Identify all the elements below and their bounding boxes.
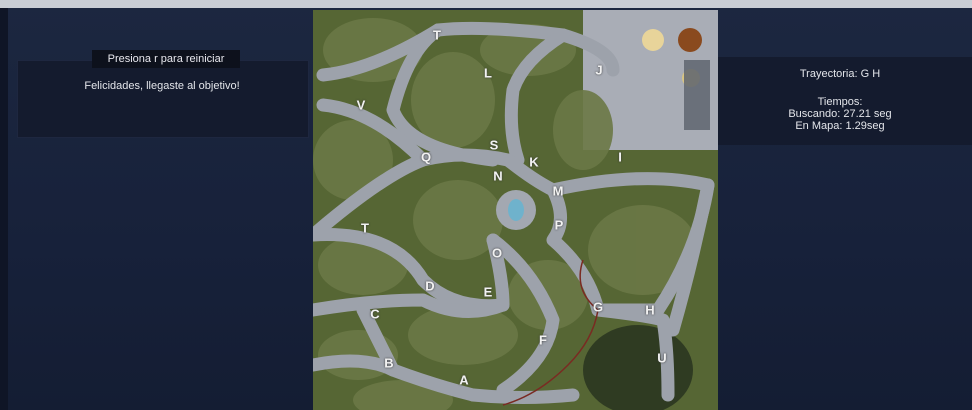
status-panel [17,60,309,138]
node-label: C [370,306,380,322]
node-label: U [657,350,667,366]
node-label: A [459,372,469,388]
map-overlay-box [684,60,710,130]
node-label: B [384,355,394,371]
goal-reached-message: Felicidades, llegaste al objetivo! [84,80,240,92]
times-title: Tiempos: [817,96,863,108]
trajectory-text: Trayectoria: G H [799,68,881,80]
search-time: Buscando: 27.21 seg [788,108,892,120]
node-label: M [552,183,564,199]
node-label: F [539,332,547,348]
node-label: S [489,137,499,153]
node-label: Q [420,149,432,165]
node-label: E [483,284,493,300]
node-label: T [433,27,441,43]
times-block: Tiempos: Buscando: 27.21 seg En Mapa: 1.… [745,96,935,132]
node-label: K [529,154,539,170]
node-label: G [592,299,604,315]
node-label: H [645,302,655,318]
node-label: O [491,245,503,261]
map-time: En Mapa: 1.29seg [795,120,885,132]
node-label: T [361,220,369,236]
game-map[interactable]: T L J V S Q K I N M P T O D E G H C F U … [313,10,718,410]
node-label: V [356,97,366,113]
window-left-edge [0,8,8,410]
node-label: I [618,149,622,165]
node-label: N [493,168,503,184]
node-label: J [595,62,603,78]
restart-hint: Presiona r para reiniciar [92,50,240,68]
node-label: L [484,65,492,81]
node-label: P [554,217,564,233]
node-label: D [425,278,435,294]
window-top-bar [0,0,972,8]
